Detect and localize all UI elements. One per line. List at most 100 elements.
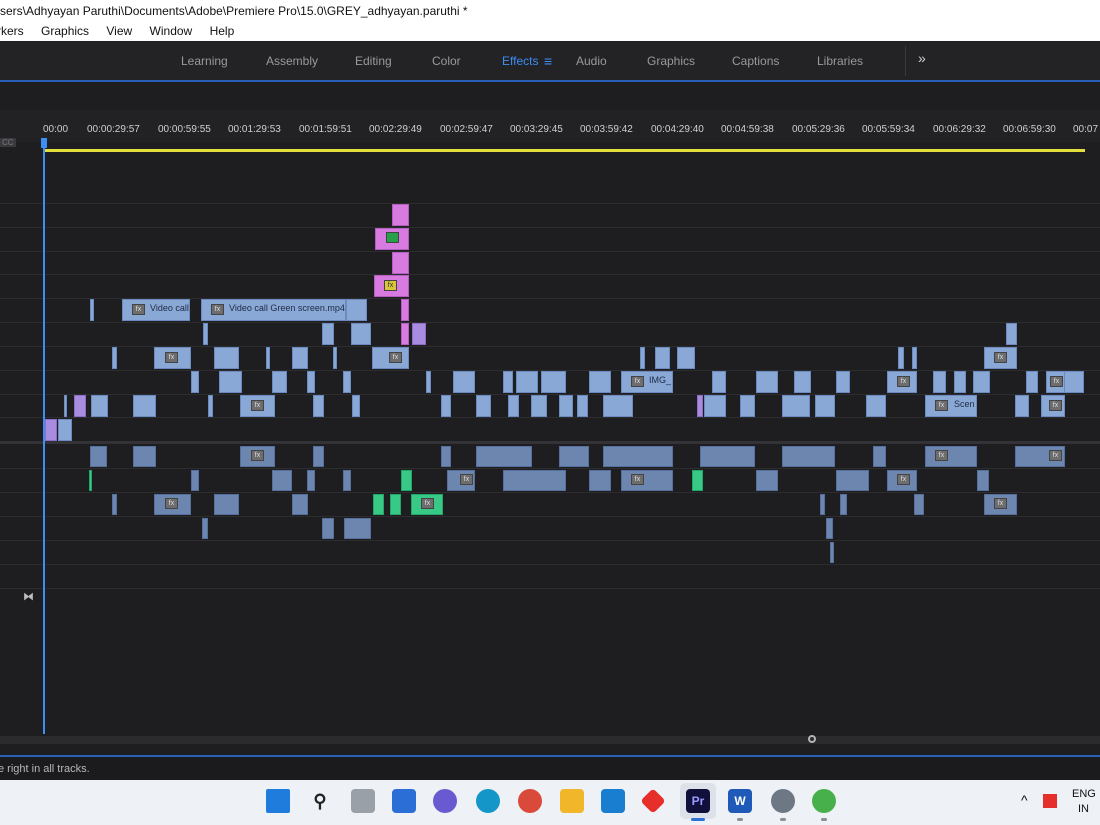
video-clip[interactable] bbox=[266, 347, 270, 369]
word-icon[interactable]: W bbox=[728, 789, 752, 813]
video-clip[interactable] bbox=[577, 395, 588, 417]
video-clip[interactable] bbox=[58, 419, 72, 441]
video-clip[interactable] bbox=[603, 395, 633, 417]
audio-clip[interactable] bbox=[112, 494, 117, 515]
video-clip[interactable] bbox=[91, 395, 108, 417]
video-clip[interactable] bbox=[508, 395, 519, 417]
scroll-zoom-handle[interactable] bbox=[808, 735, 816, 743]
video-clip[interactable] bbox=[90, 299, 94, 321]
video-clip[interactable] bbox=[343, 371, 351, 393]
video-clip[interactable] bbox=[898, 347, 904, 369]
mail-icon[interactable] bbox=[601, 789, 625, 813]
video-clip[interactable] bbox=[973, 371, 990, 393]
audio-clip[interactable] bbox=[89, 470, 92, 491]
audio-clip[interactable] bbox=[313, 446, 324, 467]
language-line-2[interactable]: IN bbox=[1078, 803, 1089, 815]
tab-libraries[interactable]: Libraries bbox=[817, 42, 863, 80]
audio-clip[interactable] bbox=[390, 494, 401, 515]
video-clip[interactable] bbox=[756, 371, 778, 393]
video-clip[interactable] bbox=[559, 395, 573, 417]
menu-graphics[interactable]: Graphics bbox=[41, 22, 89, 41]
premiere-pro-icon[interactable]: Pr bbox=[686, 789, 710, 813]
video-audio-divider[interactable] bbox=[0, 441, 1100, 444]
task-view-icon[interactable] bbox=[351, 789, 375, 813]
video-clip[interactable] bbox=[866, 395, 886, 417]
edge-icon[interactable] bbox=[476, 789, 500, 813]
video-clip[interactable] bbox=[541, 371, 566, 393]
hamburger-icon[interactable]: ≡ bbox=[544, 42, 552, 80]
audio-clip[interactable] bbox=[343, 470, 351, 491]
video-clip[interactable] bbox=[352, 395, 360, 417]
audio-clip[interactable] bbox=[441, 446, 451, 467]
video-clip[interactable] bbox=[133, 395, 156, 417]
audio-clip[interactable] bbox=[133, 446, 156, 467]
video-clip[interactable] bbox=[782, 395, 810, 417]
video-clip[interactable] bbox=[112, 347, 117, 369]
audio-clip[interactable] bbox=[292, 494, 308, 515]
video-clip[interactable] bbox=[815, 395, 835, 417]
tab-captions[interactable]: Captions bbox=[732, 42, 779, 80]
work-area-bar[interactable] bbox=[45, 149, 1085, 152]
video-clip[interactable] bbox=[351, 323, 371, 345]
audio-clip[interactable] bbox=[307, 470, 315, 491]
chevron-up-icon[interactable]: ^ bbox=[1021, 792, 1028, 808]
audio-clip[interactable] bbox=[322, 518, 334, 539]
video-clip[interactable] bbox=[677, 347, 695, 369]
chrome-icon[interactable] bbox=[518, 789, 542, 813]
video-clip[interactable] bbox=[392, 252, 409, 274]
video-clip[interactable] bbox=[333, 347, 337, 369]
video-clip[interactable] bbox=[322, 323, 334, 345]
language-line-1[interactable]: ENG bbox=[1072, 788, 1096, 800]
video-clip[interactable] bbox=[401, 323, 409, 345]
audio-clip[interactable] bbox=[344, 518, 371, 539]
video-clip[interactable] bbox=[712, 371, 726, 393]
tab-assembly[interactable]: Assembly bbox=[266, 42, 318, 80]
video-clip[interactable] bbox=[453, 371, 475, 393]
audio-clip[interactable] bbox=[401, 470, 412, 491]
playhead-line[interactable] bbox=[43, 142, 45, 734]
double-chevron-right-icon[interactable]: » bbox=[918, 50, 926, 66]
video-clip[interactable] bbox=[45, 419, 57, 441]
audio-clip[interactable] bbox=[700, 446, 755, 467]
video-clip[interactable] bbox=[740, 395, 755, 417]
file-explorer-icon[interactable] bbox=[560, 789, 584, 813]
video-clip[interactable] bbox=[503, 371, 513, 393]
video-clip[interactable] bbox=[1015, 395, 1029, 417]
audio-clip[interactable] bbox=[202, 518, 208, 539]
search-icon[interactable]: ⚲ bbox=[308, 789, 332, 813]
video-clip[interactable] bbox=[272, 371, 287, 393]
video-clip[interactable] bbox=[794, 371, 811, 393]
audio-clip[interactable] bbox=[603, 446, 673, 467]
red-diamond-app-icon[interactable] bbox=[640, 788, 666, 814]
video-clip[interactable] bbox=[313, 395, 324, 417]
tab-editing[interactable]: Editing bbox=[355, 42, 392, 80]
audio-clip[interactable] bbox=[589, 470, 611, 491]
audio-clip[interactable] bbox=[214, 494, 239, 515]
audio-clip[interactable] bbox=[977, 470, 989, 491]
settings-icon[interactable] bbox=[771, 789, 795, 813]
zoom-fit-icon[interactable]: ⧓ bbox=[23, 590, 34, 603]
video-clip[interactable] bbox=[219, 371, 242, 393]
audio-clip[interactable] bbox=[782, 446, 835, 467]
video-clip[interactable] bbox=[516, 371, 538, 393]
audio-clip[interactable] bbox=[826, 518, 833, 539]
menu-window[interactable]: Window bbox=[150, 22, 193, 41]
video-clip[interactable] bbox=[441, 395, 451, 417]
video-clip[interactable] bbox=[1064, 371, 1084, 393]
video-clip[interactable] bbox=[292, 347, 308, 369]
menu-help[interactable]: Help bbox=[210, 22, 235, 41]
video-clip[interactable] bbox=[704, 395, 726, 417]
video-clip[interactable] bbox=[933, 371, 946, 393]
audio-clip[interactable] bbox=[756, 470, 778, 491]
audio-clip[interactable] bbox=[836, 470, 869, 491]
video-clip[interactable] bbox=[392, 204, 409, 226]
video-clip[interactable] bbox=[836, 371, 850, 393]
video-clip[interactable] bbox=[214, 347, 239, 369]
video-clip[interactable] bbox=[203, 323, 208, 345]
audio-clip[interactable] bbox=[820, 494, 825, 515]
tab-graphics[interactable]: Graphics bbox=[647, 42, 695, 80]
video-clip[interactable] bbox=[476, 395, 491, 417]
widgets-icon[interactable] bbox=[392, 789, 416, 813]
tab-effects[interactable]: Effects bbox=[502, 42, 538, 80]
video-clip[interactable] bbox=[191, 371, 199, 393]
